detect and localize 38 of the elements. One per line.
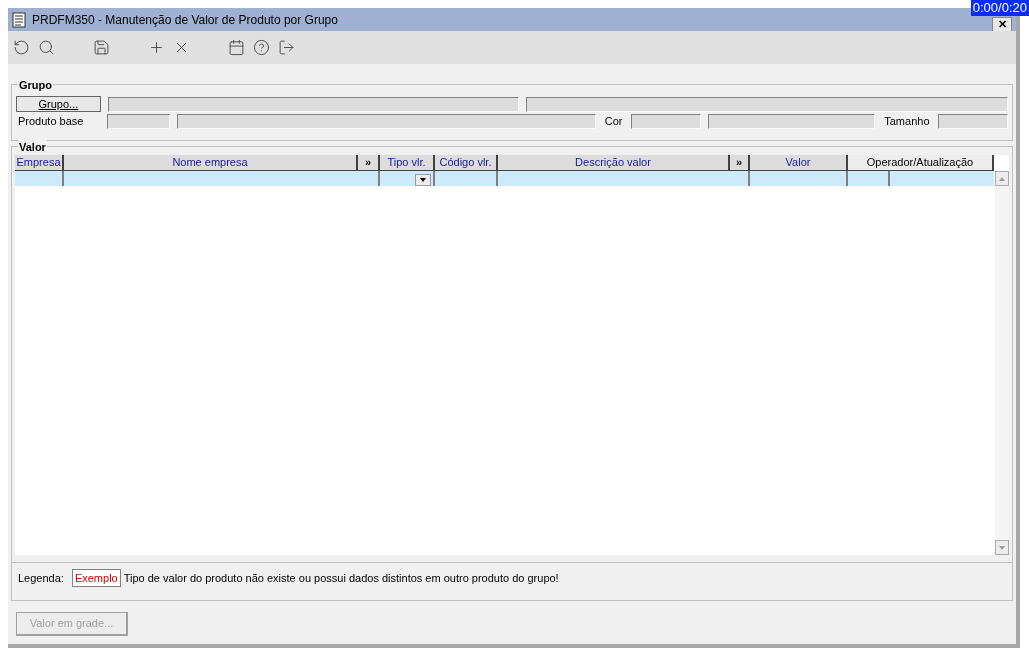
text-field[interactable] [107, 96, 520, 112]
text-field[interactable] [176, 113, 596, 129]
document-icon [12, 11, 26, 28]
column-header[interactable]: » [358, 155, 380, 171]
column-header[interactable]: Empresa [15, 155, 64, 171]
group-button[interactable]: Grupo... [16, 96, 101, 112]
legend-sample: Exemplo [71, 568, 121, 588]
exit-icon[interactable] [277, 38, 296, 57]
text-field[interactable] [707, 113, 876, 129]
calendar-icon[interactable] [227, 38, 246, 57]
column-header[interactable]: » [730, 155, 750, 171]
legend-label: Legenda: [18, 570, 64, 586]
dropdown-button[interactable] [415, 174, 431, 186]
caret-icon [420, 178, 426, 182]
legend-text: Tipo de valor do produto não existe ou possui dados distintos em outro produto do grupo! [123, 570, 559, 586]
field-label: Produto base [17, 113, 85, 129]
up-arrow-icon [999, 176, 1005, 181]
text-field[interactable] [630, 113, 701, 129]
help-icon[interactable] [252, 38, 271, 57]
column-header[interactable]: Tipo vlr. [380, 155, 435, 171]
text-field[interactable] [938, 113, 1008, 129]
column-header[interactable]: Descrição valor [498, 155, 730, 171]
column-header[interactable]: Nome empresa [64, 155, 358, 171]
field-label: Tamanho [883, 113, 931, 129]
search-icon[interactable] [37, 38, 56, 57]
field-label: Cor [603, 113, 624, 129]
column-header[interactable]: Código vlr. [435, 155, 498, 171]
window-title: PRDFM350 - Manutenção de Valor de Produto por Grupo [32, 11, 339, 29]
scrollbar[interactable] [995, 171, 1009, 555]
column-header[interactable]: Operador/Atualização [848, 155, 994, 171]
down-arrow-icon [999, 545, 1005, 550]
column-header[interactable]: Valor [750, 155, 848, 171]
text-field[interactable] [526, 96, 1008, 112]
undo-icon[interactable] [12, 38, 31, 57]
recording-timer: 0:00/0:20 [970, 0, 1029, 16]
save-icon[interactable] [92, 38, 111, 57]
close-button[interactable]: ✕ [992, 16, 1012, 33]
text-field[interactable] [106, 113, 170, 129]
